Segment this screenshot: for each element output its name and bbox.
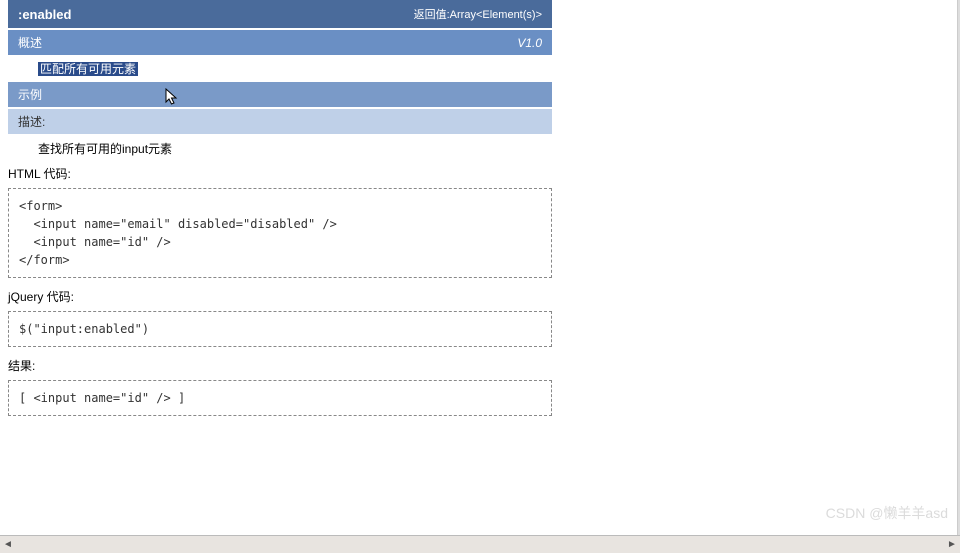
- scroll-left-icon[interactable]: ◄: [0, 538, 16, 552]
- header-bar: :enabled 返回值:Array<Element(s)>: [8, 0, 552, 28]
- result-code-block: [ <input name="id" /> ]: [8, 380, 552, 416]
- summary-text: 匹配所有可用元素: [38, 62, 138, 76]
- description-text: 查找所有可用的input元素: [8, 134, 552, 163]
- jquery-code-label: jQuery 代码:: [8, 286, 552, 307]
- jquery-code-block: $("input:enabled"): [8, 311, 552, 347]
- example-label: 示例: [18, 88, 42, 102]
- description-label: 描述:: [18, 115, 45, 129]
- return-type: 返回值:Array<Element(s)>: [414, 6, 542, 22]
- page-title: :enabled: [18, 7, 71, 22]
- result-label: 结果:: [8, 355, 552, 376]
- html-code-label: HTML 代码:: [8, 163, 552, 184]
- horizontal-scrollbar[interactable]: ◄ ►: [0, 535, 960, 553]
- overview-label: 概述: [18, 34, 42, 51]
- html-code-block: <form> <input name="email" disabled="dis…: [8, 188, 552, 278]
- description-bar: 描述:: [8, 109, 552, 134]
- scroll-right-icon[interactable]: ►: [944, 538, 960, 552]
- summary-line: 匹配所有可用元素: [8, 55, 552, 82]
- example-bar: 示例: [8, 82, 552, 107]
- overview-bar: 概述 V1.0: [8, 30, 552, 55]
- version-label: V1.0: [517, 36, 542, 50]
- watermark: CSDN @懒羊羊asd: [826, 503, 948, 523]
